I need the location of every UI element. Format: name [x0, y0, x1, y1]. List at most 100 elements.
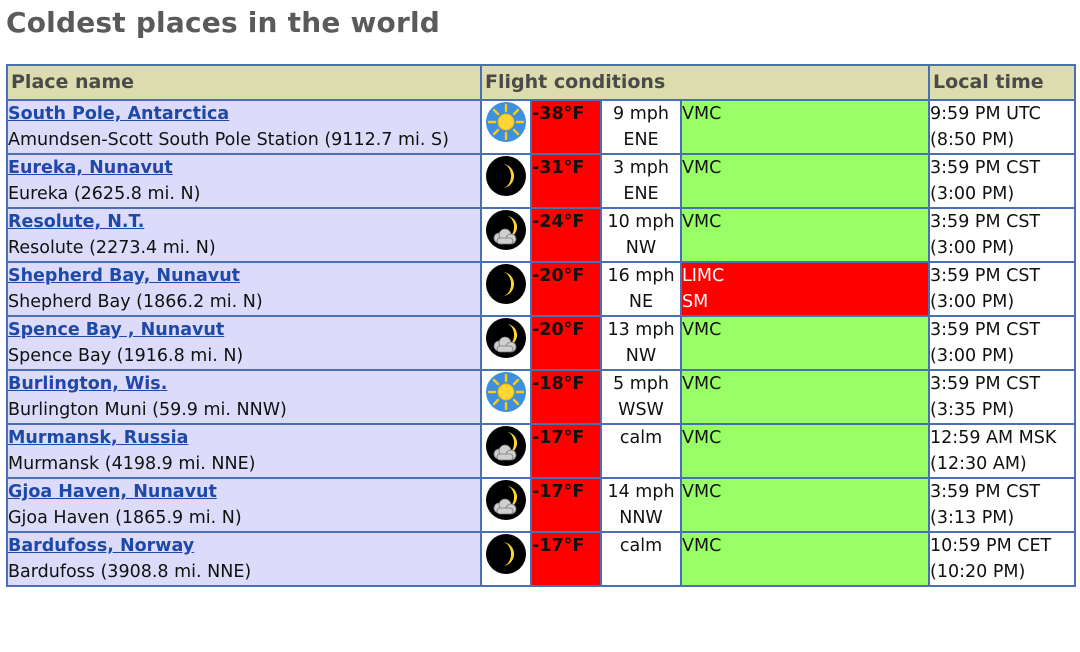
- place-link[interactable]: Resolute, N.T.: [9, 210, 479, 235]
- flight-category: VMC: [679, 369, 931, 425]
- place-cell: Shepherd Bay, Nunavut Shepherd Bay (1866…: [6, 261, 482, 317]
- wind-cell: calm: [600, 423, 682, 479]
- flight-category: VMC: [679, 531, 931, 587]
- flight-category-label: VMC: [682, 320, 722, 340]
- weather-icon-cell: [480, 207, 532, 263]
- weather-icon-cell: [480, 477, 532, 533]
- flight-category: LIMC SM: [679, 261, 931, 317]
- table-row: Eureka, Nunavut Eureka (2625.8 mi. N) -3…: [6, 153, 1077, 209]
- wind-direction: ENE: [623, 130, 659, 150]
- local-time: 3:59 PM CST: [930, 266, 1041, 286]
- place-link[interactable]: Gjoa Haven, Nunavut: [9, 480, 479, 505]
- moon-icon: [483, 534, 529, 575]
- wind-cell: 3 mph ENE: [600, 153, 682, 209]
- weather-icon-cell: [480, 423, 532, 479]
- page-title: Coldest places in the world: [6, 6, 441, 39]
- place-cell: Burlington, Wis. Burlington Muni (59.9 m…: [6, 369, 482, 425]
- local-time: 3:59 PM CST: [930, 158, 1041, 178]
- temperature: -24°F: [530, 207, 602, 263]
- station-name: Eureka (2625.8 mi. N): [8, 184, 201, 204]
- table-row: Burlington, Wis. Burlington Muni (59.9 m…: [6, 369, 1077, 425]
- place-link[interactable]: South Pole, Antarctica: [9, 102, 479, 127]
- flight-category: VMC: [679, 99, 931, 155]
- wind-speed: 13 mph: [607, 320, 675, 340]
- temperature: -17°F: [530, 423, 602, 479]
- wind-speed: 5 mph: [613, 374, 669, 394]
- wind-direction: NNW: [619, 508, 663, 528]
- place-link[interactable]: Shepherd Bay, Nunavut: [9, 264, 479, 289]
- flight-category-detail: SM: [682, 292, 709, 312]
- observation-time: (3:00 PM): [930, 292, 1015, 312]
- wind-cell: 5 mph WSW: [600, 369, 682, 425]
- local-time-cell: 10:59 PM CET (10:20 PM): [928, 531, 1077, 587]
- sun-icon: [483, 372, 529, 413]
- local-time: 3:59 PM CST: [930, 320, 1041, 340]
- local-time: 3:59 PM CST: [930, 212, 1041, 232]
- table-header-row: Place name Flight conditions Local time: [6, 64, 1077, 101]
- temperature: -20°F: [530, 261, 602, 317]
- observation-time: (3:00 PM): [930, 184, 1015, 204]
- station-name: Murmansk (4198.9 mi. NNE): [8, 454, 256, 474]
- wind-cell: calm: [600, 531, 682, 587]
- flight-category-label: LIMC: [682, 266, 725, 286]
- station-name: Burlington Muni (59.9 mi. NNW): [8, 400, 287, 420]
- place-link[interactable]: Murmansk, Russia: [9, 426, 479, 451]
- station-name: Bardufoss (3908.8 mi. NNE): [8, 562, 252, 582]
- local-time-header: Local time: [928, 64, 1077, 101]
- wind-speed: 16 mph: [607, 266, 675, 286]
- flight-category-label: VMC: [682, 374, 722, 394]
- flight-category: VMC: [679, 477, 931, 533]
- temperature: -18°F: [530, 369, 602, 425]
- weather-icon-cell: [480, 153, 532, 209]
- temperature: -31°F: [530, 153, 602, 209]
- temperature: -38°F: [530, 99, 602, 155]
- temperature: -17°F: [530, 477, 602, 533]
- weather-icon-cell: [480, 99, 532, 155]
- place-link[interactable]: Burlington, Wis.: [9, 372, 479, 397]
- local-time: 3:59 PM CST: [930, 482, 1041, 502]
- local-time: 3:59 PM CST: [930, 374, 1041, 394]
- weather-icon-cell: [480, 315, 532, 371]
- place-cell: Bardufoss, Norway Bardufoss (3908.8 mi. …: [6, 531, 482, 587]
- place-link[interactable]: Bardufoss, Norway: [9, 534, 479, 559]
- place-cell: Gjoa Haven, Nunavut Gjoa Haven (1865.9 m…: [6, 477, 482, 533]
- observation-time: (10:20 PM): [930, 562, 1026, 582]
- wind-direction: WSW: [618, 400, 664, 420]
- table-row: Gjoa Haven, Nunavut Gjoa Haven (1865.9 m…: [6, 477, 1077, 533]
- local-time-cell: 3:59 PM CST (3:13 PM): [928, 477, 1077, 533]
- station-name: Resolute (2273.4 mi. N): [8, 238, 216, 258]
- observation-time: (3:00 PM): [930, 238, 1015, 258]
- place-link[interactable]: Spence Bay , Nunavut: [9, 318, 479, 343]
- observation-time: (3:35 PM): [930, 400, 1015, 420]
- flight-category: VMC: [679, 153, 931, 209]
- station-name: Gjoa Haven (1865.9 mi. N): [8, 508, 242, 528]
- flight-category-label: VMC: [682, 158, 722, 178]
- wind-cell: 16 mph NE: [600, 261, 682, 317]
- temperature: -20°F: [530, 315, 602, 371]
- table-row: Spence Bay , Nunavut Spence Bay (1916.8 …: [6, 315, 1077, 371]
- sun-icon: [483, 102, 529, 143]
- place-cell: Resolute, N.T. Resolute (2273.4 mi. N): [6, 207, 482, 263]
- wind-direction: NE: [628, 292, 654, 312]
- table-row: South Pole, Antarctica Amundsen-Scott So…: [6, 99, 1077, 155]
- weather-icon-cell: [480, 261, 532, 317]
- moon-cloud-icon: [483, 480, 529, 521]
- temperature: -17°F: [530, 531, 602, 587]
- table-row: Murmansk, Russia Murmansk (4198.9 mi. NN…: [6, 423, 1077, 479]
- place-cell: Murmansk, Russia Murmansk (4198.9 mi. NN…: [6, 423, 482, 479]
- weather-icon-cell: [480, 531, 532, 587]
- place-link[interactable]: Eureka, Nunavut: [9, 156, 479, 181]
- station-name: Shepherd Bay (1866.2 mi. N): [8, 292, 263, 312]
- local-time-cell: 9:59 PM UTC (8:50 PM): [928, 99, 1077, 155]
- table-row: Resolute, N.T. Resolute (2273.4 mi. N) -…: [6, 207, 1077, 263]
- flight-category: VMC: [679, 207, 931, 263]
- local-time-cell: 3:59 PM CST (3:00 PM): [928, 153, 1077, 209]
- place-cell: Spence Bay , Nunavut Spence Bay (1916.8 …: [6, 315, 482, 371]
- local-time-cell: 3:59 PM CST (3:00 PM): [928, 261, 1077, 317]
- wind-cell: 14 mph NNW: [600, 477, 682, 533]
- place-cell: South Pole, Antarctica Amundsen-Scott So…: [6, 99, 482, 155]
- table-row: Bardufoss, Norway Bardufoss (3908.8 mi. …: [6, 531, 1077, 587]
- flight-category-label: VMC: [682, 428, 722, 448]
- weather-icon-cell: [480, 369, 532, 425]
- wind-cell: 10 mph NW: [600, 207, 682, 263]
